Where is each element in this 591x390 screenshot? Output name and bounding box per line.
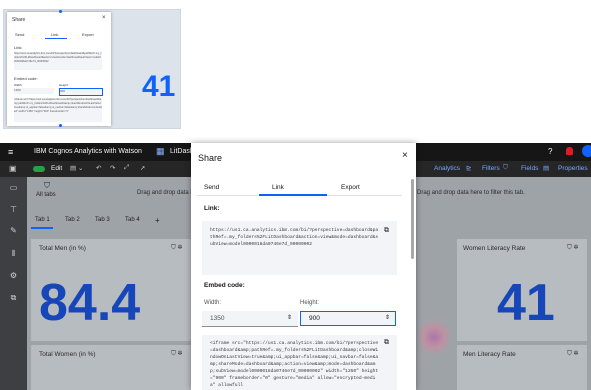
thumb-tab-link-underline xyxy=(45,38,67,39)
pointer-icon[interactable]: ➚ xyxy=(140,164,145,172)
tile-menu-icon[interactable]: ⛉ ✲ xyxy=(171,350,182,358)
all-tabs-label: All tabs xyxy=(36,192,56,198)
thumb-kpi-value: 41 xyxy=(142,70,176,103)
notification-icon[interactable] xyxy=(566,147,573,155)
width-stepper-icon[interactable]: ⇕ xyxy=(287,314,292,321)
thumb-tab-link[interactable]: Link xyxy=(51,32,58,37)
link-text: https://us1.ca.analytics.ibm.com/bi/?per… xyxy=(210,228,379,247)
tile-menu-icon[interactable]: ⛉ ✲ xyxy=(567,350,578,358)
tab-1-underline xyxy=(31,227,53,229)
app-title: IBM Cognos Analytics with Watson xyxy=(34,148,142,155)
thumb-cursor-dot-top xyxy=(59,10,62,13)
word-cloud-visual[interactable] xyxy=(419,317,449,357)
copy-link-icon[interactable]: ⧉ xyxy=(384,227,389,235)
filter-icon: ⛉ xyxy=(503,164,508,171)
thumb-tab-export[interactable]: Export xyxy=(82,32,94,37)
filters-button[interactable]: Filters xyxy=(482,165,500,172)
kpi-value: 84.4 xyxy=(39,274,141,332)
edit-label: Edit xyxy=(51,165,63,172)
thumb-height-input[interactable]: 900 xyxy=(59,88,103,96)
save-icon[interactable]: ▣ xyxy=(9,164,17,173)
thumb-width-input[interactable]: 1350 xyxy=(14,88,54,94)
tab-link-active-indicator xyxy=(259,194,327,196)
left-rail: ▭ ⊤ ✎ ⫴ ⚙ ⧉ xyxy=(0,177,27,390)
redo-icon[interactable]: ↷ xyxy=(110,164,115,172)
undo-icon[interactable]: ↶ xyxy=(96,164,101,172)
tile-title: Women Literacy Rate xyxy=(463,245,526,252)
avatar[interactable] xyxy=(582,145,591,157)
widgets-icon[interactable]: ⚙ xyxy=(9,271,18,280)
add-tab-button[interactable]: + xyxy=(155,216,160,225)
tile-total-men[interactable]: Total Men (in %) ⛉ ✲ 84.4 xyxy=(31,239,191,341)
layers-icon[interactable]: ⧉ xyxy=(9,293,18,302)
tab-link[interactable]: Link xyxy=(272,184,284,191)
assets-icon[interactable]: ⊤ xyxy=(9,205,18,214)
tile-women-literacy[interactable]: Women Literacy Rate ⛉ ✲ 41 xyxy=(457,239,587,341)
tab-2[interactable]: Tab 2 xyxy=(65,217,80,223)
dropdown-icon[interactable]: ▤ ⌄ xyxy=(70,164,83,172)
dialog-title: Share xyxy=(198,153,223,163)
menu-icon[interactable]: ≡ xyxy=(8,147,13,157)
pin-icon[interactable]: ✎ xyxy=(9,226,18,235)
thumb-modal-title: Share xyxy=(12,17,26,23)
analytics-button[interactable]: Analytics xyxy=(434,165,460,172)
help-icon[interactable]: ? xyxy=(548,147,552,156)
thumb-share-modal: Share × Send Link Export Link: https://u… xyxy=(7,12,111,126)
copy-embed-icon[interactable]: ⧉ xyxy=(384,339,389,347)
height-label: Height: xyxy=(300,300,320,306)
tile-title: Men Literacy Rate xyxy=(463,351,516,358)
fields-icon: ▤ xyxy=(543,165,550,172)
height-stepper-icon[interactable]: ⇕ xyxy=(385,314,390,321)
tab-4[interactable]: Tab 4 xyxy=(125,217,140,223)
tile-title: Total Men (in %) xyxy=(39,245,86,252)
tile-menu-icon[interactable]: ⛉ ✲ xyxy=(171,244,182,252)
thumbnail-preview: 41 Share × Send Link Export Link: https:… xyxy=(3,9,181,129)
close-icon[interactable]: × xyxy=(402,150,408,161)
height-input[interactable]: 900 ⇕ xyxy=(300,311,396,326)
grid-icon[interactable]: ▦ xyxy=(156,146,165,157)
drop-zone-this-tab[interactable]: Drag and drop data here to filter this t… xyxy=(417,190,525,196)
embed-code-text: <iframe src="https://us1.ca.analytics.ib… xyxy=(210,341,379,388)
tab-send[interactable]: Send xyxy=(204,184,219,191)
analytics-icon: ⊵ xyxy=(466,165,472,172)
fields-button[interactable]: Fields xyxy=(521,165,538,172)
expand-icon[interactable]: ⤢ xyxy=(124,164,129,172)
edit-toggle[interactable] xyxy=(33,166,45,172)
tile-total-women[interactable]: Total Women (in %) ⛉ ✲ xyxy=(31,345,191,390)
link-heading: Link: xyxy=(204,205,220,212)
thumb-link-box[interactable]: https://us1.ca.analytics.ibm.com/bi/?per… xyxy=(14,52,102,70)
tab-export[interactable]: Export xyxy=(341,184,360,191)
thumb-link-heading: Link: xyxy=(14,45,23,50)
thumb-embed-heading: Embed code: xyxy=(14,76,38,81)
tab-1[interactable]: Tab 1 xyxy=(35,217,50,223)
thumb-height-label: Height: xyxy=(59,83,69,87)
visualizations-icon[interactable]: ⫴ xyxy=(9,249,18,258)
embed-heading: Embed code: xyxy=(204,282,245,289)
thumb-tab-send[interactable]: Send xyxy=(15,32,24,37)
filter-icon-small: ⛉ xyxy=(44,181,50,190)
embed-code-textbox[interactable]: <iframe src="https://us1.ca.analytics.ib… xyxy=(202,335,397,390)
width-input[interactable]: 1350 ⇕ xyxy=(202,311,298,327)
width-value: 1350 xyxy=(210,315,225,322)
tile-title: Total Women (in %) xyxy=(39,351,96,358)
thumb-close-icon[interactable]: × xyxy=(102,15,106,21)
dialog-scrollbar[interactable] xyxy=(411,179,414,259)
share-dialog: Share × Send Link Export Link: https://u… xyxy=(191,143,416,390)
tile-men-literacy[interactable]: Men Literacy Rate ⛉ ✲ xyxy=(457,345,587,390)
thumb-cursor-dot-bottom xyxy=(59,124,62,127)
thumb-width-label: Width: xyxy=(14,83,23,87)
properties-button[interactable]: Properties xyxy=(558,165,588,172)
tab-3[interactable]: Tab 3 xyxy=(95,217,110,223)
kpi-value: 41 xyxy=(497,274,555,332)
thumb-embed-box[interactable]: <iframe src="https://us1.ca.analytics.ib… xyxy=(14,98,102,122)
height-value: 900 xyxy=(309,315,320,322)
data-icon[interactable]: ▭ xyxy=(9,183,18,192)
link-textbox[interactable]: https://us1.ca.analytics.ibm.com/bi/?per… xyxy=(202,221,397,275)
width-label: Width: xyxy=(204,300,222,306)
tile-menu-icon[interactable]: ⛉ ✲ xyxy=(567,244,578,252)
